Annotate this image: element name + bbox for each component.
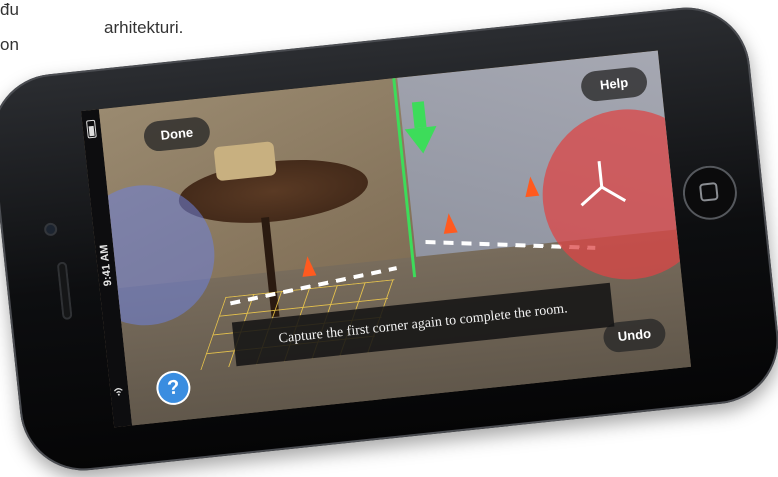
battery-icon <box>85 119 97 139</box>
cone-marker-icon <box>523 175 540 198</box>
page-text-fragment: đu <box>0 0 19 19</box>
page-text-fragment: on <box>0 35 19 54</box>
iphone-device: 9:41 AM Done Help Undo Capture the first… <box>0 1 778 477</box>
status-time: 9:41 AM <box>98 243 115 287</box>
axis-compass-icon <box>580 161 627 207</box>
cone-marker-icon <box>441 212 458 234</box>
wifi-icon <box>113 388 123 396</box>
app-screen: 9:41 AM Done Help Undo Capture the first… <box>80 50 692 428</box>
fruit-basket <box>213 141 277 182</box>
down-arrow-icon <box>404 126 440 156</box>
page-heading-fragment: arhitekturi. <box>104 18 184 37</box>
cone-marker-icon <box>300 255 317 277</box>
camera-view[interactable]: Done Help Undo Capture the first corner … <box>98 50 692 426</box>
